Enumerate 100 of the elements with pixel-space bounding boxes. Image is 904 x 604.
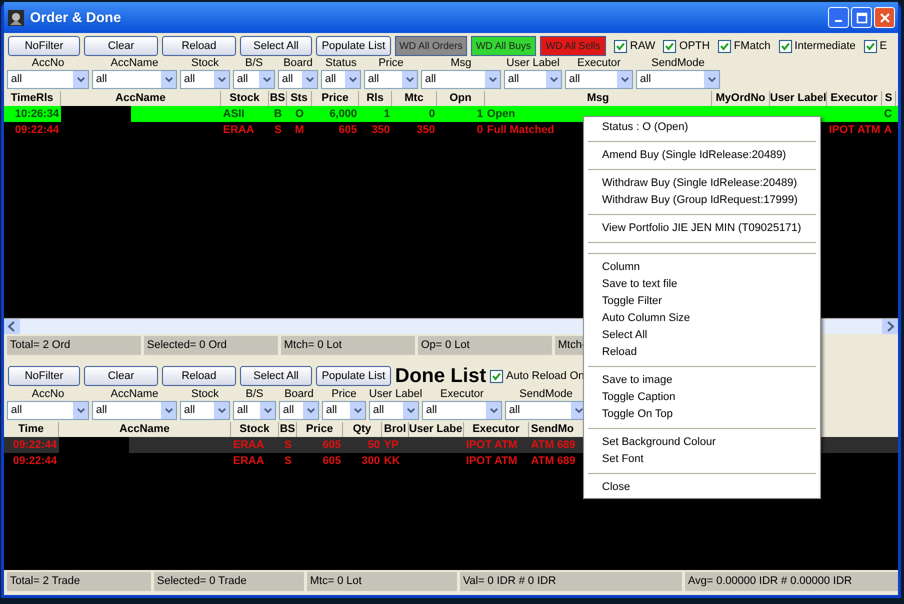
dropdown-button[interactable] — [546, 71, 561, 88]
dropdown-button[interactable] — [260, 402, 275, 419]
filter-dropdown[interactable]: all — [565, 70, 633, 89]
toolbar-button[interactable]: Clear — [84, 36, 158, 56]
checkbox-label: Intermediate — [794, 38, 856, 54]
menu-item[interactable]: Auto Column Size — [584, 310, 820, 327]
filter-dropdown[interactable]: all — [7, 401, 89, 420]
dropdown-button[interactable] — [214, 402, 229, 419]
table-cell: ASII — [223, 108, 244, 120]
toolbar-button[interactable]: WD All Orders — [395, 36, 467, 56]
filter-label: Msg — [450, 56, 472, 70]
dropdown-button[interactable] — [73, 402, 88, 419]
menu-item[interactable]: Column — [584, 259, 820, 276]
dropdown-button[interactable] — [486, 402, 501, 419]
check-icon — [492, 372, 502, 380]
filter-dropdown[interactable]: all — [364, 70, 418, 89]
dropdown-button[interactable] — [214, 71, 229, 88]
table-row[interactable]: 10:26:34 ASII B O 6,000 1 0 1 Open C — [4, 106, 898, 122]
toolbar-button[interactable]: WD All Buys — [471, 36, 536, 56]
dropdown-button[interactable] — [704, 71, 719, 88]
dropdown-button[interactable] — [345, 71, 360, 88]
menu-item[interactable]: Withdraw Buy (Single IdRelease:20489) — [584, 175, 820, 192]
toolbar-button[interactable]: NoFilter — [8, 36, 80, 56]
menu-item[interactable]: Toggle Caption — [584, 389, 820, 406]
toolbar-button[interactable]: Reload — [162, 36, 236, 56]
menu-item[interactable]: Toggle Filter — [584, 293, 820, 310]
dropdown-button[interactable] — [302, 71, 317, 88]
dropdown-button[interactable] — [303, 402, 318, 419]
table-cell: 605 — [322, 455, 341, 467]
dropdown-button[interactable] — [350, 402, 365, 419]
dropdown-button[interactable] — [617, 71, 632, 88]
scroll-right-icon — [882, 319, 898, 334]
chevron-down-icon — [306, 77, 314, 82]
menu-item[interactable]: Status : O (Open) — [584, 119, 820, 136]
filter-dropdown[interactable]: all — [278, 70, 318, 89]
filter-dropdown[interactable]: all — [233, 401, 276, 420]
filter-dropdown[interactable]: all — [636, 70, 720, 89]
toolbar-button[interactable]: Clear — [84, 366, 158, 386]
maximize-button[interactable] — [851, 7, 872, 28]
table-cell: 09:22:44 — [14, 124, 59, 136]
filter-dropdown[interactable]: all — [421, 70, 501, 89]
status-cell: Selected= 0 Ord — [144, 336, 278, 355]
menu-item[interactable]: Save to text file — [584, 276, 820, 293]
toolbar-button[interactable]: NoFilter — [8, 366, 80, 386]
filter-dropdown[interactable]: all — [369, 401, 419, 420]
chevron-down-icon — [708, 77, 716, 82]
table-cell: A — [884, 124, 892, 136]
status-cell: Total= 2 Ord — [7, 336, 141, 355]
close-button[interactable] — [874, 7, 895, 28]
filter-dropdown[interactable]: all — [7, 70, 89, 89]
filter-dropdown[interactable]: all — [321, 70, 361, 89]
status-cell: Mtch= 0 Lot — [281, 336, 415, 355]
toolbar-button[interactable]: Select All — [240, 36, 312, 56]
dropdown-button[interactable] — [403, 402, 418, 419]
checkbox[interactable] — [663, 40, 676, 52]
toolbar-button[interactable]: Select All — [240, 366, 312, 386]
filter-dropdown[interactable]: all — [504, 70, 562, 89]
menu-item[interactable]: Save to image — [584, 372, 820, 389]
checkbox[interactable] — [490, 370, 504, 382]
table-cell: 6,000 — [329, 108, 357, 120]
filter-dropdown[interactable]: all — [279, 401, 319, 420]
checkbox[interactable] — [614, 40, 627, 52]
app-icon — [7, 8, 25, 26]
menu-item[interactable]: Close — [584, 479, 820, 496]
dropdown-button[interactable] — [161, 402, 176, 419]
dropdown-button[interactable] — [73, 71, 88, 88]
check-icon — [616, 42, 625, 50]
menu-item[interactable]: Set Background Colour — [584, 434, 820, 451]
menu-item[interactable]: Amend Buy (Single IdRelease:20489) — [584, 147, 820, 164]
table-cell: ERAA — [233, 455, 264, 467]
filter-dropdown[interactable]: all — [180, 70, 230, 89]
chevron-down-icon — [264, 408, 272, 413]
filter-dropdown[interactable]: all — [92, 401, 177, 420]
menu-item[interactable]: Toggle On Top — [584, 406, 820, 423]
dropdown-button[interactable] — [259, 71, 274, 88]
minimize-button[interactable] — [828, 7, 849, 28]
checkbox-label: E — [880, 38, 888, 54]
menu-item[interactable]: View Portfolio JIE JEN MIN (T09025171) — [584, 220, 820, 237]
dropdown-button[interactable] — [485, 71, 500, 88]
menu-item[interactable]: Withdraw Buy (Group IdRequest:17999) — [584, 192, 820, 209]
dropdown-button[interactable] — [402, 71, 417, 88]
table-cell: 1 — [384, 108, 390, 120]
filter-label: Executor — [576, 56, 622, 70]
filter-label: User Label — [369, 387, 419, 401]
toolbar-button[interactable]: Reload — [162, 366, 236, 386]
filter-label: Price — [330, 387, 358, 401]
checkbox[interactable] — [778, 40, 792, 52]
filter-dropdown[interactable]: all — [233, 70, 275, 89]
filter-dropdown[interactable]: all — [422, 401, 502, 420]
table-cell: KK — [384, 455, 400, 467]
checkbox[interactable] — [864, 40, 877, 52]
filter-dropdown[interactable]: all — [92, 70, 177, 89]
checkbox[interactable] — [718, 40, 731, 52]
filter-dropdown[interactable]: all — [322, 401, 366, 420]
filter-dropdown[interactable]: all — [180, 401, 230, 420]
dropdown-button[interactable] — [161, 71, 176, 88]
toolbar-button[interactable]: Populate List — [316, 366, 391, 386]
toolbar-button[interactable]: Populate List — [316, 36, 391, 56]
menu-item[interactable]: Set Font — [584, 451, 820, 468]
chevron-down-icon — [354, 408, 362, 413]
